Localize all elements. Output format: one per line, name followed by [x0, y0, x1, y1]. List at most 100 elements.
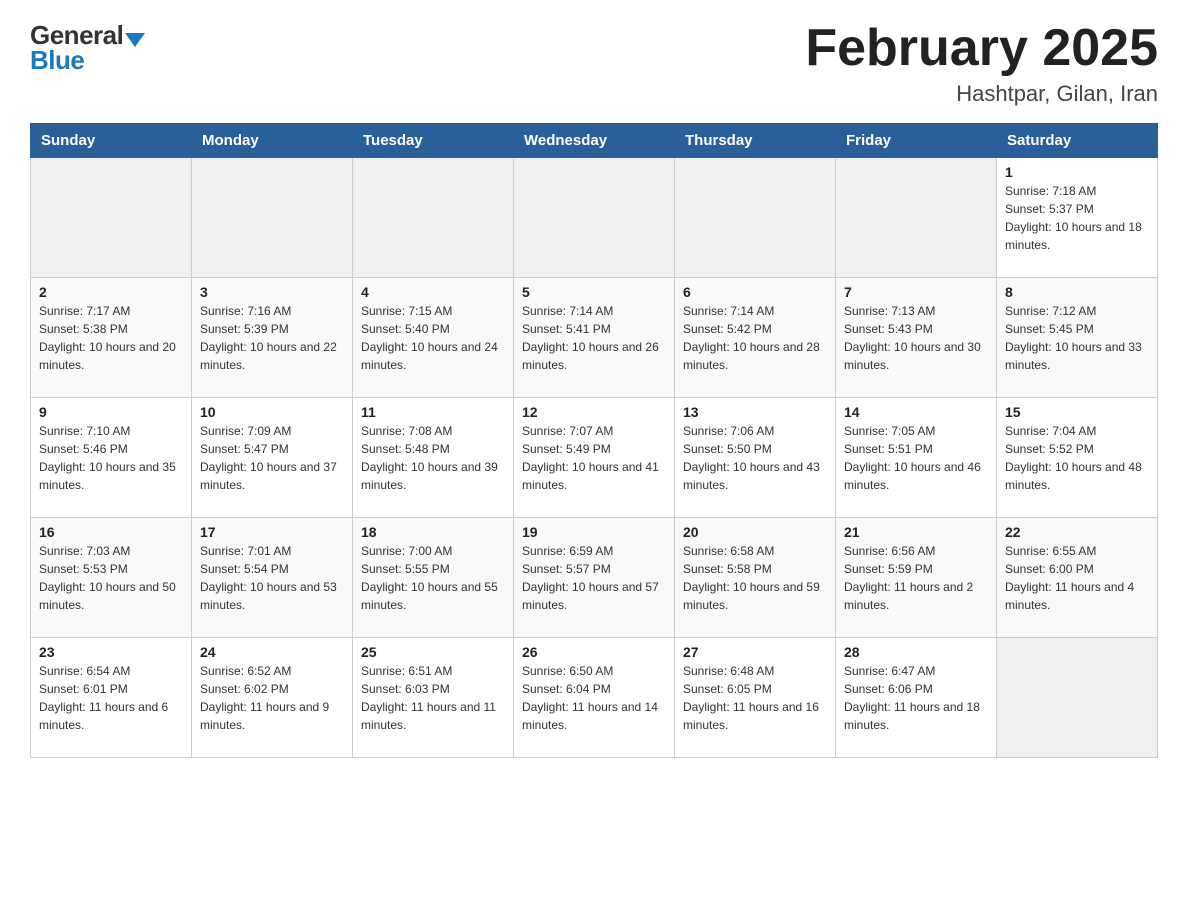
calendar-cell: 15Sunrise: 7:04 AM Sunset: 5:52 PM Dayli… — [997, 398, 1158, 518]
calendar-cell — [192, 158, 353, 278]
calendar-cell: 11Sunrise: 7:08 AM Sunset: 5:48 PM Dayli… — [353, 398, 514, 518]
calendar-cell: 24 Sunrise: 6:52 AM Sunset: 6:02 PM Dayli… — [192, 638, 353, 758]
day-info: Sunrise: 7:13 AM Sunset: 5:43 PM Dayligh… — [844, 302, 988, 374]
day-number: 12 — [522, 404, 666, 420]
calendar-cell: 5 Sunrise: 7:14 AM Sunset: 5:41 PM Daylig… — [514, 278, 675, 398]
calendar-cell: 7 Sunrise: 7:13 AM Sunset: 5:43 PM Daylig… — [836, 278, 997, 398]
day-number: 2 — [39, 284, 183, 300]
column-header-saturday: Saturday — [997, 124, 1158, 158]
calendar-cell: 23Sunrise: 6:54 AM Sunset: 6:01 PM Dayli… — [31, 638, 192, 758]
calendar-cell: 14 Sunrise: 7:05 AM Sunset: 5:51 PM Dayli… — [836, 398, 997, 518]
day-number: 28 — [844, 644, 988, 660]
day-info: Sunrise: 6:51 AM Sunset: 6:03 PM Dayligh… — [361, 662, 505, 734]
logo-blue-text: Blue — [30, 45, 84, 76]
calendar-cell — [997, 638, 1158, 758]
day-info: Sunrise: 6:58 AM Sunset: 5:58 PM Dayligh… — [683, 542, 827, 614]
day-info: Sunrise: 7:05 AM Sunset: 5:51 PM Dayligh… — [844, 422, 988, 494]
calendar-cell: 6 Sunrise: 7:14 AM Sunset: 5:42 PM Daylig… — [675, 278, 836, 398]
day-number: 14 — [844, 404, 988, 420]
calendar-cell: 12 Sunrise: 7:07 AM Sunset: 5:49 PM Dayli… — [514, 398, 675, 518]
day-info: Sunrise: 7:14 AM Sunset: 5:42 PM Dayligh… — [683, 302, 827, 374]
day-number: 24 — [200, 644, 344, 660]
day-info: Sunrise: 7:03 AM Sunset: 5:53 PM Dayligh… — [39, 542, 183, 614]
logo: General Blue — [30, 20, 145, 76]
calendar-cell: 1Sunrise: 7:18 AM Sunset: 5:37 PM Daylig… — [997, 158, 1158, 278]
calendar-week-row: 16 Sunrise: 7:03 AM Sunset: 5:53 PM Dayli… — [31, 518, 1158, 638]
calendar-cell: 28 Sunrise: 6:47 AM Sunset: 6:06 PM Dayli… — [836, 638, 997, 758]
day-number: 7 — [844, 284, 988, 300]
calendar-week-row: 9 Sunrise: 7:10 AM Sunset: 5:46 PM Daylig… — [31, 398, 1158, 518]
calendar-cell: 18 Sunrise: 7:00 AM Sunset: 5:55 PM Dayli… — [353, 518, 514, 638]
calendar-cell: 22 Sunrise: 6:55 AM Sunset: 6:00 PM Dayli… — [997, 518, 1158, 638]
calendar-cell — [836, 158, 997, 278]
day-number: 26 — [522, 644, 666, 660]
day-number: 19 — [522, 524, 666, 540]
day-number: 16 — [39, 524, 183, 540]
calendar-week-row: 23Sunrise: 6:54 AM Sunset: 6:01 PM Dayli… — [31, 638, 1158, 758]
calendar-cell: 4 Sunrise: 7:15 AM Sunset: 5:40 PM Daylig… — [353, 278, 514, 398]
calendar-cell: 8 Sunrise: 7:12 AM Sunset: 5:45 PM Daylig… — [997, 278, 1158, 398]
day-number: 8 — [1005, 284, 1149, 300]
day-number: 27 — [683, 644, 827, 660]
day-info: Sunrise: 7:10 AM Sunset: 5:46 PM Dayligh… — [39, 422, 183, 494]
calendar-week-row: 2 Sunrise: 7:17 AM Sunset: 5:38 PM Daylig… — [31, 278, 1158, 398]
day-info: Sunrise: 7:14 AM Sunset: 5:41 PM Dayligh… — [522, 302, 666, 374]
calendar-cell: 17 Sunrise: 7:01 AM Sunset: 5:54 PM Dayli… — [192, 518, 353, 638]
calendar-cell: 9 Sunrise: 7:10 AM Sunset: 5:46 PM Daylig… — [31, 398, 192, 518]
day-number: 6 — [683, 284, 827, 300]
column-header-sunday: Sunday — [31, 124, 192, 158]
day-number: 17 — [200, 524, 344, 540]
page-header: General Blue February 2025 Hashtpar, Gil… — [30, 20, 1158, 107]
day-number: 5 — [522, 284, 666, 300]
calendar-cell — [353, 158, 514, 278]
title-block: February 2025 Hashtpar, Gilan, Iran — [805, 20, 1158, 107]
calendar-cell — [31, 158, 192, 278]
day-info: Sunrise: 6:55 AM Sunset: 6:00 PM Dayligh… — [1005, 542, 1149, 614]
calendar-cell: 16 Sunrise: 7:03 AM Sunset: 5:53 PM Dayli… — [31, 518, 192, 638]
day-number: 21 — [844, 524, 988, 540]
day-number: 22 — [1005, 524, 1149, 540]
day-number: 20 — [683, 524, 827, 540]
calendar-cell: 13 Sunrise: 7:06 AM Sunset: 5:50 PM Dayli… — [675, 398, 836, 518]
day-info: Sunrise: 6:50 AM Sunset: 6:04 PM Dayligh… — [522, 662, 666, 734]
day-number: 9 — [39, 404, 183, 420]
day-number: 25 — [361, 644, 505, 660]
day-info: Sunrise: 6:59 AM Sunset: 5:57 PM Dayligh… — [522, 542, 666, 614]
calendar-cell: 19 Sunrise: 6:59 AM Sunset: 5:57 PM Dayli… — [514, 518, 675, 638]
day-info: Sunrise: 7:00 AM Sunset: 5:55 PM Dayligh… — [361, 542, 505, 614]
day-number: 23 — [39, 644, 183, 660]
logo-triangle-icon — [125, 33, 145, 47]
column-header-friday: Friday — [836, 124, 997, 158]
calendar-cell: 20 Sunrise: 6:58 AM Sunset: 5:58 PM Dayli… — [675, 518, 836, 638]
calendar-header-row: SundayMondayTuesdayWednesdayThursdayFrid… — [31, 124, 1158, 158]
day-info: Sunrise: 7:16 AM Sunset: 5:39 PM Dayligh… — [200, 302, 344, 374]
calendar-cell: 26 Sunrise: 6:50 AM Sunset: 6:04 PM Dayli… — [514, 638, 675, 758]
calendar-cell — [514, 158, 675, 278]
column-header-tuesday: Tuesday — [353, 124, 514, 158]
day-number: 4 — [361, 284, 505, 300]
calendar-cell: 25 Sunrise: 6:51 AM Sunset: 6:03 PM Dayli… — [353, 638, 514, 758]
calendar-cell: 27Sunrise: 6:48 AM Sunset: 6:05 PM Dayli… — [675, 638, 836, 758]
day-info: Sunrise: 7:04 AM Sunset: 5:52 PM Dayligh… — [1005, 422, 1149, 494]
day-number: 18 — [361, 524, 505, 540]
calendar-week-row: 1Sunrise: 7:18 AM Sunset: 5:37 PM Daylig… — [31, 158, 1158, 278]
day-info: Sunrise: 7:18 AM Sunset: 5:37 PM Dayligh… — [1005, 182, 1149, 254]
month-title: February 2025 — [805, 20, 1158, 77]
day-info: Sunrise: 7:06 AM Sunset: 5:50 PM Dayligh… — [683, 422, 827, 494]
calendar-cell: 2 Sunrise: 7:17 AM Sunset: 5:38 PM Daylig… — [31, 278, 192, 398]
day-number: 10 — [200, 404, 344, 420]
day-info: Sunrise: 6:47 AM Sunset: 6:06 PM Dayligh… — [844, 662, 988, 734]
location-subtitle: Hashtpar, Gilan, Iran — [805, 81, 1158, 107]
day-info: Sunrise: 7:12 AM Sunset: 5:45 PM Dayligh… — [1005, 302, 1149, 374]
day-info: Sunrise: 7:08 AM Sunset: 5:48 PM Dayligh… — [361, 422, 505, 494]
column-header-monday: Monday — [192, 124, 353, 158]
day-number: 3 — [200, 284, 344, 300]
day-info: Sunrise: 7:01 AM Sunset: 5:54 PM Dayligh… — [200, 542, 344, 614]
day-info: Sunrise: 7:17 AM Sunset: 5:38 PM Dayligh… — [39, 302, 183, 374]
day-info: Sunrise: 6:52 AM Sunset: 6:02 PM Dayligh… — [200, 662, 344, 734]
day-number: 13 — [683, 404, 827, 420]
day-info: Sunrise: 7:07 AM Sunset: 5:49 PM Dayligh… — [522, 422, 666, 494]
day-info: Sunrise: 7:09 AM Sunset: 5:47 PM Dayligh… — [200, 422, 344, 494]
day-info: Sunrise: 7:15 AM Sunset: 5:40 PM Dayligh… — [361, 302, 505, 374]
calendar-cell: 3 Sunrise: 7:16 AM Sunset: 5:39 PM Daylig… — [192, 278, 353, 398]
